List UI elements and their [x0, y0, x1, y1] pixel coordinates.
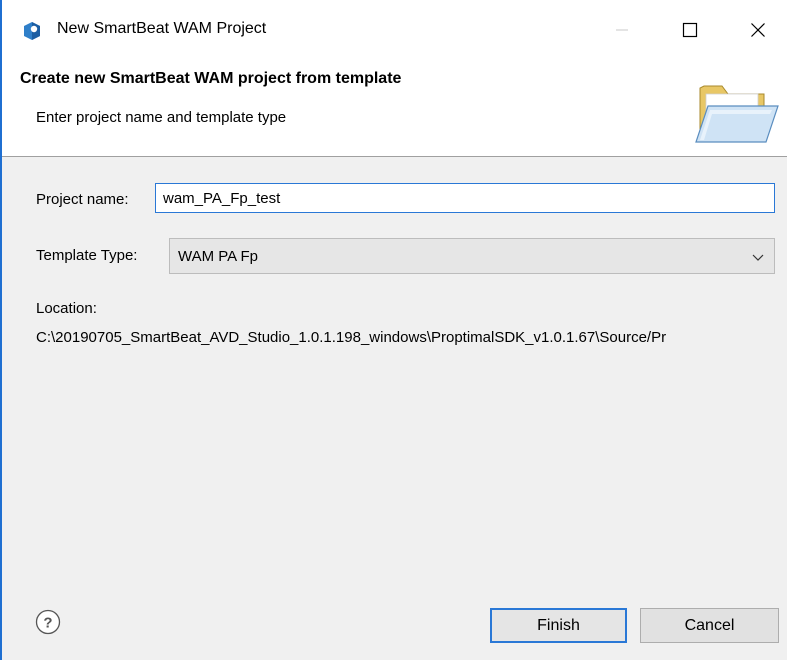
template-type-value: WAM PA Fp [178, 248, 259, 265]
project-name-input[interactable] [155, 183, 775, 213]
svg-text:?: ? [43, 615, 52, 632]
window-title: New SmartBeat WAM Project [57, 20, 267, 37]
close-icon [751, 23, 765, 37]
template-type-label: Template Type: [36, 247, 138, 264]
maximize-icon [682, 22, 698, 38]
help-icon[interactable]: ? [35, 609, 61, 635]
location-path: C:\20190705_SmartBeat_AVD_Studio_1.0.1.1… [36, 329, 667, 346]
banner-title: Create new SmartBeat WAM project from te… [20, 70, 402, 87]
dialog-window: New SmartBeat WAM Project Create new Sma… [0, 0, 787, 660]
finish-button[interactable]: Finish [490, 608, 627, 643]
location-label: Location: [36, 300, 97, 317]
folder-open-icon [695, 85, 779, 143]
wizard-banner: Create new SmartBeat WAM project from te… [2, 62, 787, 157]
title-bar[interactable]: New SmartBeat WAM Project [2, 0, 787, 62]
minimize-icon [616, 29, 628, 31]
maximize-button[interactable] [662, 8, 718, 52]
minimize-button[interactable] [594, 8, 650, 52]
close-button[interactable] [730, 8, 786, 52]
chevron-down-icon [752, 254, 764, 261]
template-type-select[interactable]: WAM PA Fp [169, 238, 775, 274]
banner-subtitle: Enter project name and template type [36, 109, 287, 126]
smartbeat-app-icon [24, 22, 40, 40]
project-name-label: Project name: [36, 191, 129, 208]
cancel-button[interactable]: Cancel [640, 608, 779, 643]
